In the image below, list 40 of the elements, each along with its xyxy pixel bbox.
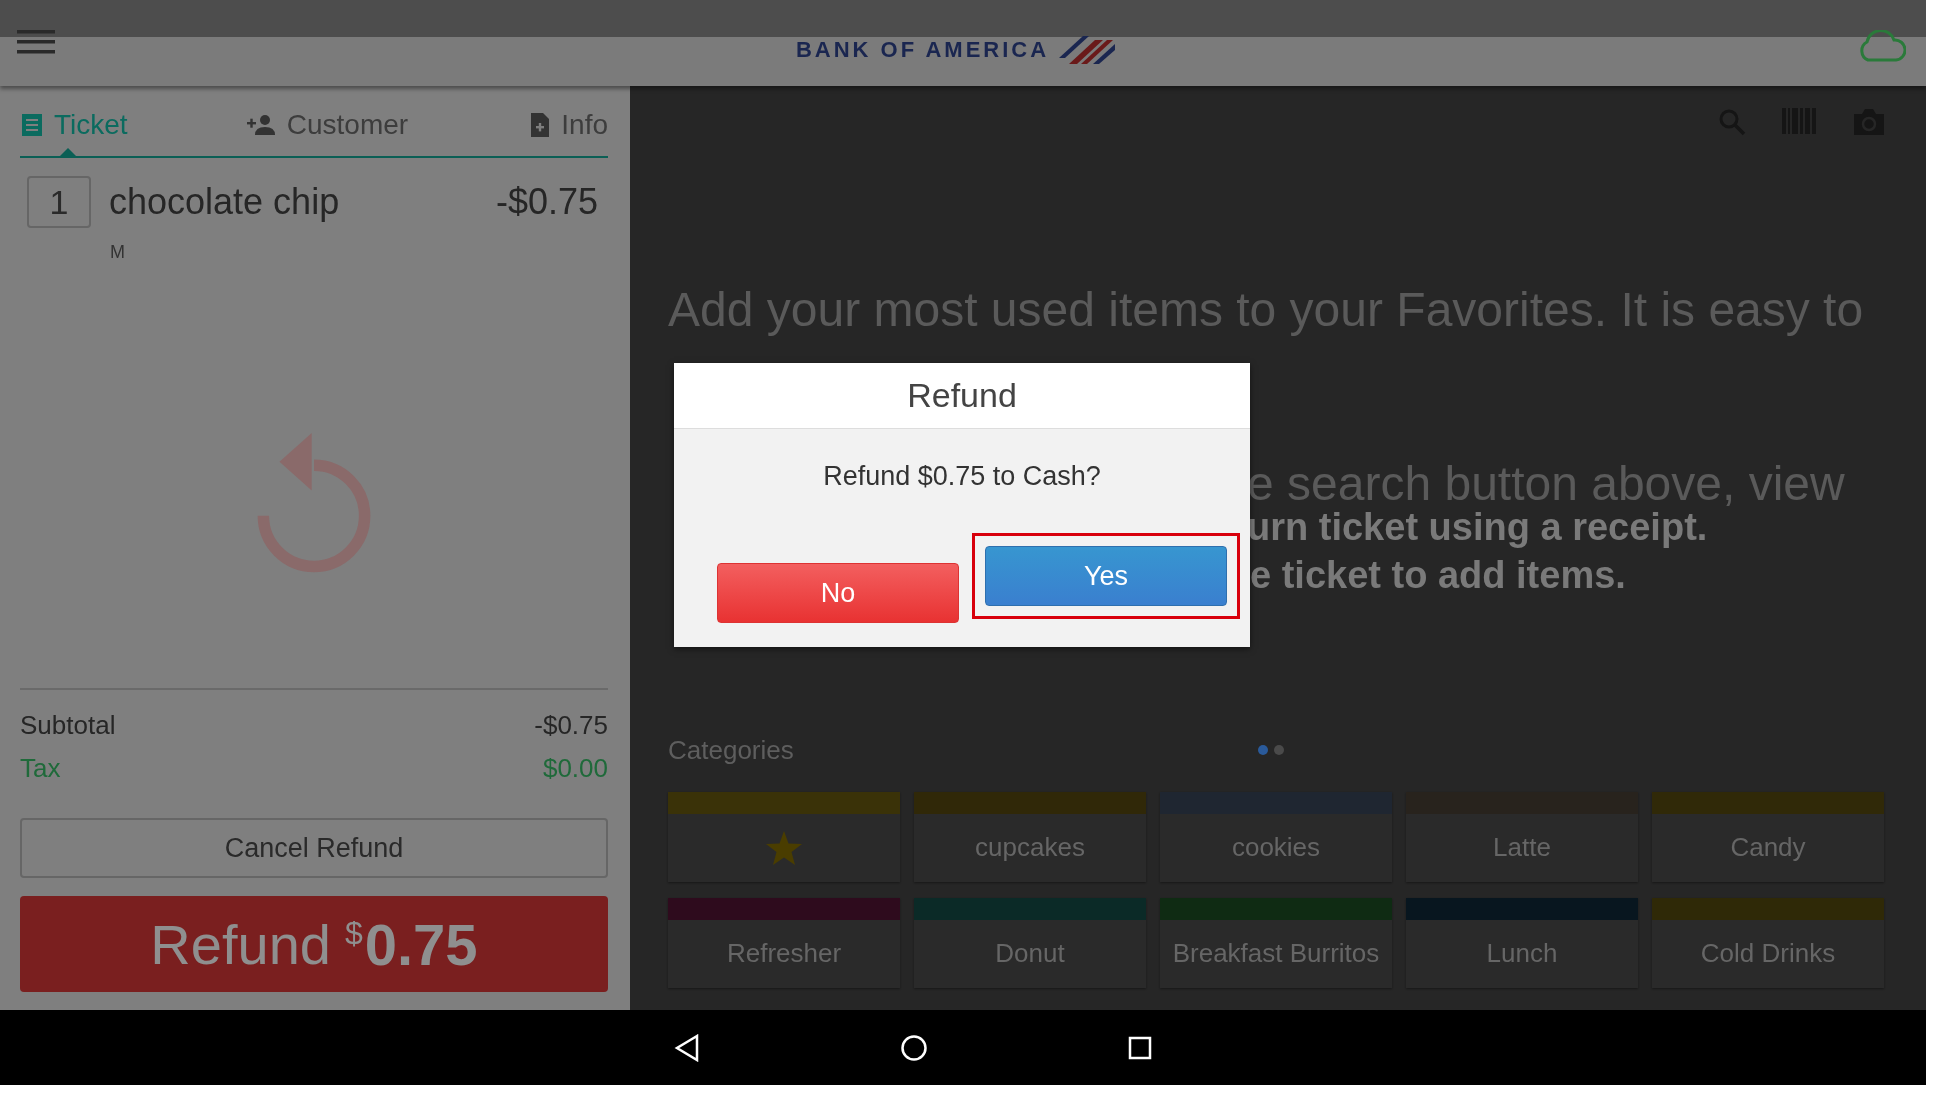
total-value: $0.00 xyxy=(542,753,608,784)
page-dot[interactable] xyxy=(1258,745,1268,755)
category-tile[interactable]: Refresher xyxy=(668,898,900,988)
item-modifier: M xyxy=(110,242,125,263)
dialog-title: Refund xyxy=(674,363,1250,429)
category-tile[interactable]: Donut xyxy=(914,898,1146,988)
category-tile[interactable]: Cold Drinks xyxy=(1652,898,1884,988)
tab[interactable]: Ticket xyxy=(20,104,128,156)
refund-button[interactable]: Refund $0.75 xyxy=(20,896,608,992)
category-tile[interactable] xyxy=(668,792,900,882)
section-title: Categories xyxy=(668,734,794,766)
menu-icon[interactable] xyxy=(17,30,55,54)
yes-button[interactable]: Yes xyxy=(985,546,1227,606)
category-tile[interactable]: Candy xyxy=(1652,792,1884,882)
no-button[interactable]: No xyxy=(717,563,959,623)
quantity-box[interactable]: 1 xyxy=(27,176,91,228)
category-tile[interactable]: Breakfast Burritos xyxy=(1160,898,1392,988)
total-label: Subtotal xyxy=(20,710,116,741)
item-price: -$0.75 xyxy=(495,181,598,223)
page-dot[interactable] xyxy=(1274,745,1284,755)
category-tile[interactable]: Latte xyxy=(1406,792,1638,882)
add-person-icon xyxy=(246,112,277,138)
total-label: Tax xyxy=(20,753,61,784)
cancel-refund-button[interactable]: Cancel Refund xyxy=(20,818,608,878)
home-circle-icon[interactable] xyxy=(900,1033,928,1062)
star-icon xyxy=(766,831,802,865)
hint-text: urn ticket using a receipt. xyxy=(1247,506,1708,549)
total-value: -$0.75 xyxy=(534,710,608,741)
category-tile[interactable]: Lunch xyxy=(1406,898,1638,988)
item-name: chocolate chip xyxy=(109,181,341,223)
logo-text: BANK OF AMERICA xyxy=(795,37,1050,63)
back-triangle-icon[interactable] xyxy=(674,1033,700,1062)
dialog-message: Refund $0.75 to Cash? xyxy=(822,461,1102,492)
category-tile[interactable]: cupcakes xyxy=(914,792,1146,882)
receipt-icon xyxy=(20,112,44,138)
tab[interactable]: Info xyxy=(527,104,608,156)
hint-text: e ticket to add items. xyxy=(1250,554,1626,597)
tab[interactable]: Customer xyxy=(246,104,409,156)
category-tile[interactable]: cookies xyxy=(1160,792,1392,882)
recent-square-icon[interactable] xyxy=(1128,1035,1152,1060)
